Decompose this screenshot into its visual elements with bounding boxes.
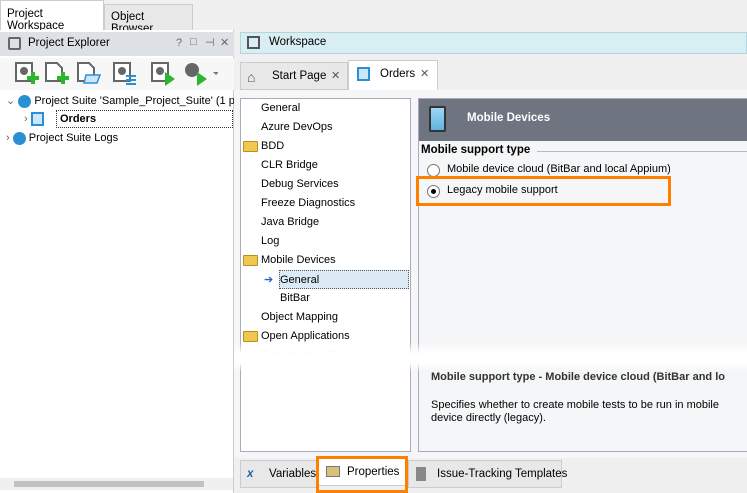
panel-title: Mobile Devices [467, 112, 551, 124]
nav-item[interactable]: Java Bridge [241, 213, 409, 232]
nav-label: BDD [261, 140, 285, 152]
nav-label: CLR Bridge [261, 159, 318, 171]
help-text: directly (legacy). [465, 412, 546, 424]
panel-title: Project Explorer [28, 37, 110, 49]
open-button[interactable] [76, 60, 102, 86]
highlight-box [316, 456, 408, 493]
tab-issue-tracking-templates[interactable]: Issue-Tracking Templates [408, 460, 567, 488]
close-button[interactable]: ✕ [220, 36, 229, 49]
nav-label: General [261, 102, 301, 114]
project-explorer-header: Project Explorer ? □ ⊣ ✕ [0, 32, 234, 56]
tab-project-workspace[interactable]: Project Workspace [0, 0, 104, 32]
nav-label: Log [261, 235, 280, 247]
tab-label: Start Page [272, 70, 327, 82]
tree-label: Orders [56, 110, 233, 128]
nav-label: BitBar [280, 292, 310, 304]
nav-item[interactable]: ➔ General [264, 270, 409, 289]
nav-item[interactable]: Debug Services [241, 175, 409, 194]
nav-item[interactable]: Log [241, 232, 409, 251]
workspace-title: Workspace [269, 36, 327, 48]
run-suite-button[interactable] [182, 60, 219, 86]
nav-item[interactable]: Mobile Devices [241, 251, 409, 270]
tree-item-orders[interactable]: › Orders [24, 110, 233, 128]
folder-icon [243, 331, 258, 342]
nav-item[interactable]: CLR Bridge [241, 156, 409, 175]
nav-item[interactable]: BitBar [241, 289, 409, 308]
tab-label: Issue-Tracking Templates [437, 468, 568, 480]
project-icon [30, 112, 44, 127]
nav-label: General [280, 274, 320, 286]
maximize-button[interactable]: □ [190, 36, 197, 48]
radio-label: Mobile device cloud (BitBar and local Ap… [447, 163, 671, 175]
group-label: Mobile support type [421, 144, 535, 156]
project-properties-button[interactable] [112, 60, 138, 86]
project-suite-icon [18, 94, 32, 108]
nav-label: Open Applications [261, 330, 350, 342]
tab-label: Orders [380, 68, 416, 80]
nav-label: Mobile Devices [261, 254, 336, 266]
project-icon [357, 67, 370, 81]
close-icon[interactable]: ✕ [331, 69, 340, 82]
nav-label: Debug Services [261, 178, 339, 190]
help-text-block: Specifies whether to create mobile tests… [431, 399, 741, 425]
horizontal-scrollbar[interactable] [0, 478, 233, 490]
tab-object-browser[interactable]: Object Browser [104, 4, 193, 35]
tab-variables[interactable]: x Variables [240, 460, 318, 488]
workspace-bar: Workspace [240, 32, 747, 54]
tree-label: Project Suite Logs [28, 132, 119, 144]
tree-item-project-suite[interactable]: ⌄ Project Suite 'Sample_Project_Suite' (… [6, 92, 235, 110]
fade-overlay [234, 342, 747, 372]
nav-label: Java Bridge [261, 216, 320, 228]
folder-icon [243, 141, 258, 152]
workspace-icon [247, 36, 260, 49]
help-title: Mobile support type - Mobile device clou… [431, 371, 725, 383]
nav-label: Freeze Diagnostics [261, 197, 356, 209]
tab-start-page[interactable]: ⌂ Start Page ✕ [240, 62, 348, 90]
logs-icon [12, 131, 26, 145]
nav-item[interactable]: Freeze Diagnostics [241, 194, 409, 213]
close-icon[interactable]: ✕ [420, 67, 429, 80]
pin-button[interactable]: ⊣ [205, 36, 215, 49]
settings-panel: Mobile Devices Mobile support type Mobil… [416, 98, 747, 452]
variables-icon: x [247, 468, 254, 480]
arrow-icon: ➔ [264, 274, 274, 286]
nav-item[interactable]: BDD [241, 137, 409, 156]
add-item-button[interactable] [44, 60, 70, 86]
nav-item[interactable]: Object Mapping [241, 308, 409, 327]
nav-label: Object Mapping [261, 311, 339, 323]
tree-item-logs[interactable]: › Project Suite Logs [6, 129, 118, 147]
templates-icon [416, 467, 426, 481]
folder-icon [243, 255, 258, 266]
run-project-button[interactable] [150, 60, 176, 86]
explorer-icon [8, 37, 21, 50]
nav-label: Azure DevOps [261, 121, 333, 133]
help-button[interactable]: ? [176, 37, 182, 49]
highlight-box [416, 176, 671, 206]
nav-item[interactable]: General [241, 99, 409, 118]
nav-item[interactable]: Azure DevOps [241, 118, 409, 137]
home-icon: ⌂ [247, 69, 256, 85]
tab-orders[interactable]: Orders ✕ [348, 60, 438, 90]
tab-label: Variables [269, 468, 317, 480]
tree-label: Project Suite 'Sample_Project_Suite' (1 … [34, 95, 235, 107]
add-project-button[interactable] [14, 60, 40, 86]
mobile-device-icon [429, 106, 446, 132]
panel-header: Mobile Devices [419, 99, 747, 141]
